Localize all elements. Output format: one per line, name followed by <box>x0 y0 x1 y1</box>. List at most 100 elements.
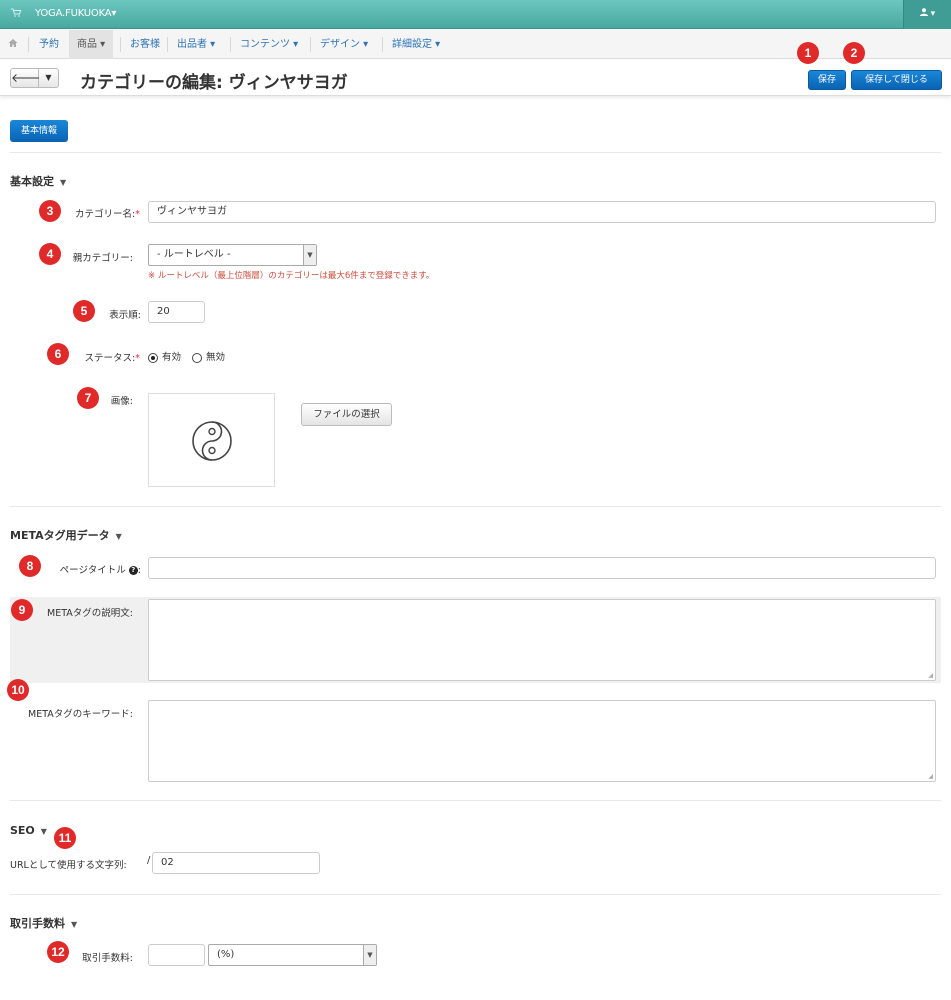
radio-checked-icon <box>148 352 158 363</box>
meta-description-label: METAタグの説明文: <box>47 608 133 619</box>
menu-item-contents[interactable]: コンテンツ ▾ <box>232 30 306 59</box>
image-label: 画像: <box>110 396 133 407</box>
page-title: カテゴリーの編集: ヴィンヤサヨガ <box>80 73 348 93</box>
label-text: ステータス: <box>84 353 136 364</box>
label-text: ページタイトル <box>59 565 126 576</box>
menu-item-products[interactable]: 商品 ▾ <box>69 30 114 59</box>
menu-item-advanced-settings[interactable]: 詳細設定 ▾ <box>384 30 448 59</box>
required-mark: * <box>135 353 140 364</box>
divider <box>10 152 941 153</box>
user-icon <box>919 8 931 19</box>
back-dropdown-button[interactable]: ▼ <box>39 68 59 88</box>
menu-divider <box>382 37 383 52</box>
status-on-label: 有効 <box>162 352 182 363</box>
section-basic-settings[interactable]: 基本設定 ▼ <box>10 173 66 189</box>
select-value: - ルートレベル - <box>157 249 231 260</box>
marker-12: 12 <box>47 941 69 963</box>
parent-category-note: ※ ルートレベル（最上位階層）のカテゴリーは最大6件まで登録できます。 <box>148 271 435 281</box>
status-off-label: 無効 <box>206 352 226 363</box>
menu-divider <box>310 37 311 52</box>
chevron-down-icon: ▾ <box>930 9 936 19</box>
menu-divider <box>28 37 29 52</box>
resize-handle-icon[interactable]: ◢ <box>928 672 933 679</box>
display-order-input[interactable]: 20 <box>148 301 205 323</box>
page-title-input[interactable] <box>148 557 936 579</box>
top-bar: YOGA.FUKUOKA▾ ▾ <box>0 0 951 29</box>
tab-basic-info[interactable]: 基本情報 <box>10 120 68 142</box>
marker-3: 3 <box>39 200 61 222</box>
menu-item-design[interactable]: デザイン ▾ <box>312 30 376 59</box>
menu-divider <box>230 37 231 52</box>
marker-2: 2 <box>843 42 865 64</box>
label-text: カテゴリー名: <box>75 209 136 220</box>
status-radio-group: 有効 無効 <box>148 349 225 363</box>
divider <box>10 800 941 801</box>
radio-unchecked-icon <box>192 352 203 363</box>
chevron-down-icon: ▼ <box>71 920 78 929</box>
status-label: ステータス:* <box>85 350 140 364</box>
meta-keywords-textarea[interactable]: ◢ <box>148 700 936 782</box>
resize-handle-icon[interactable]: ◢ <box>928 773 933 780</box>
page-title-label: ページタイトル?: <box>59 565 141 576</box>
meta-keywords-label: METAタグのキーワード: <box>28 709 133 720</box>
chevron-down-icon: ▼ <box>115 532 122 541</box>
chevron-down-icon: ▼ <box>303 245 316 265</box>
save-and-close-button[interactable]: 保存して閉じる <box>851 70 942 90</box>
transaction-fee-label: 取引手数料: <box>82 953 133 964</box>
marker-4: 4 <box>39 243 61 265</box>
store-switcher[interactable]: YOGA.FUKUOKA▾ <box>35 8 116 19</box>
section-title: METAタグ用データ <box>10 529 110 542</box>
home-icon[interactable] <box>8 38 18 51</box>
image-preview <box>148 393 275 487</box>
status-on-radio[interactable]: 有効 <box>148 352 181 363</box>
marker-10: 10 <box>7 679 29 701</box>
back-button[interactable]: 🡐 <box>10 68 43 88</box>
choose-file-button[interactable]: ファイルの選択 <box>301 403 392 426</box>
section-transaction-fee[interactable]: 取引手数料 ▼ <box>10 915 77 931</box>
category-name-input[interactable]: ヴィンヤサヨガ <box>148 201 936 223</box>
meta-description-textarea[interactable]: ◢ <box>148 599 936 681</box>
section-title: SEO <box>10 824 35 837</box>
parent-category-select[interactable]: - ルートレベル - ▼ <box>148 244 317 266</box>
marker-11: 11 <box>54 827 76 849</box>
menu-item-sellers[interactable]: 出品者 ▾ <box>169 30 223 59</box>
yin-yang-icon <box>192 421 232 461</box>
section-title: 取引手数料 <box>10 917 65 930</box>
url-string-input[interactable]: 02 <box>152 852 320 874</box>
url-string-label: URLとして使用する文字列: <box>10 860 127 871</box>
chevron-down-icon: ▼ <box>45 73 52 82</box>
marker-7: 7 <box>77 387 99 409</box>
section-title: 基本設定 <box>10 175 54 188</box>
chevron-down-icon: ▾ <box>111 8 117 19</box>
url-prefix: / <box>147 855 151 866</box>
category-name-label: カテゴリー名:* <box>75 206 140 220</box>
divider <box>10 506 941 507</box>
chevron-down-icon: ▼ <box>40 827 47 836</box>
fee-unit-select[interactable]: (%) ▼ <box>208 944 377 966</box>
user-menu[interactable]: ▾ <box>903 0 951 29</box>
menu-item-customers[interactable]: お客様 <box>122 30 168 59</box>
store-name: YOGA.FUKUOKA <box>35 8 112 19</box>
chevron-down-icon: ▼ <box>60 178 67 187</box>
section-meta-data[interactable]: METAタグ用データ ▼ <box>10 527 122 543</box>
help-icon[interactable]: ? <box>128 566 138 575</box>
select-value: (%) <box>217 949 235 960</box>
menu-item-reservations[interactable]: 予約 <box>31 30 67 59</box>
save-button[interactable]: 保存 <box>808 70 846 90</box>
display-order-label: 表示順: <box>109 310 141 321</box>
menu-divider <box>167 37 168 52</box>
marker-8: 8 <box>19 555 41 577</box>
section-seo[interactable]: SEO ▼ <box>10 824 47 837</box>
transaction-fee-input[interactable] <box>148 944 205 966</box>
divider <box>10 894 941 895</box>
status-off-radio[interactable]: 無効 <box>192 352 225 363</box>
marker-5: 5 <box>73 300 95 322</box>
marker-9: 9 <box>11 599 33 621</box>
menu-divider <box>120 37 121 52</box>
marker-6: 6 <box>47 343 69 365</box>
chevron-down-icon: ▼ <box>363 945 376 965</box>
parent-category-label: 親カテゴリー: <box>72 253 133 264</box>
required-mark: * <box>135 209 140 220</box>
cart-icon[interactable] <box>11 8 22 20</box>
marker-1: 1 <box>797 42 819 64</box>
